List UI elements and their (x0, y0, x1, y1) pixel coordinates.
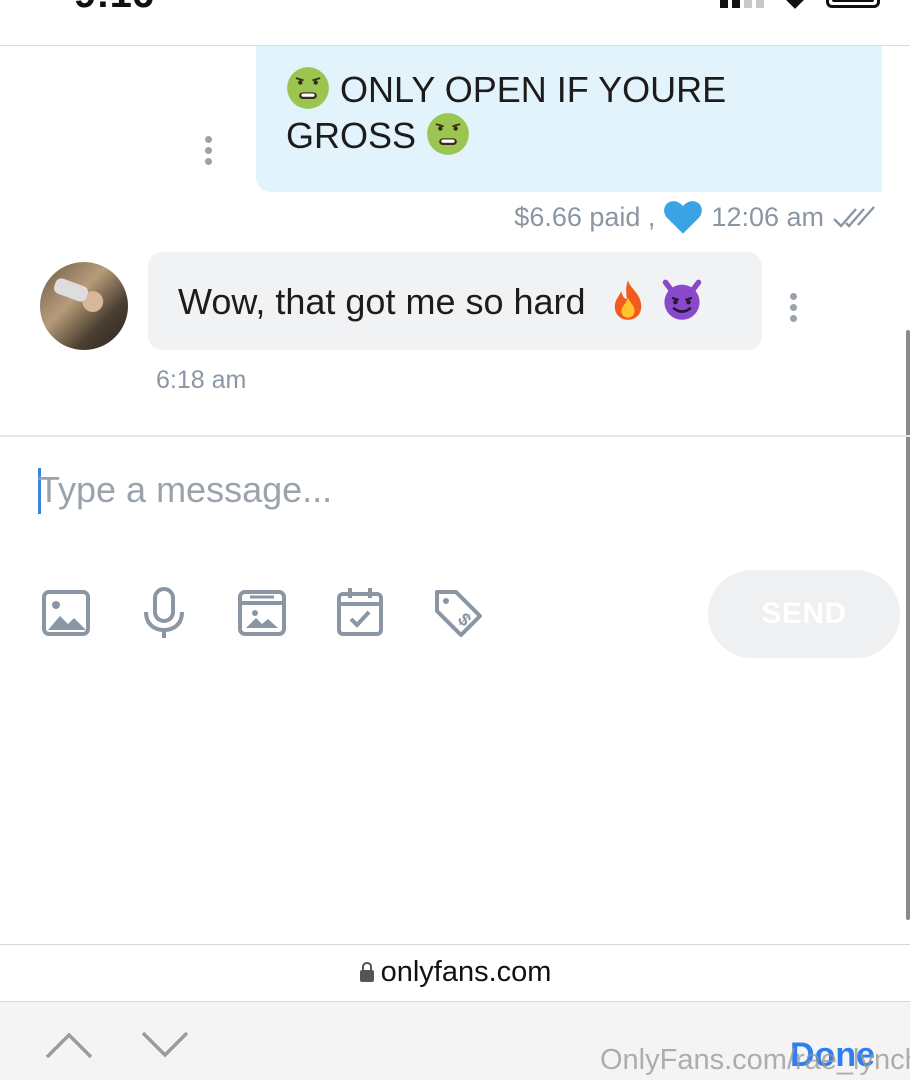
composer-divider (0, 435, 910, 437)
microphone-icon[interactable] (138, 586, 190, 640)
url-label: onlyfans.com (380, 956, 552, 988)
outgoing-message-meta: $6.66 paid , 12:06 am (514, 198, 878, 236)
incoming-message-text: Wow, that got me so hard (178, 278, 762, 324)
outgoing-text-line-1: ONLY OPEN IF YOURE (340, 69, 727, 110)
send-button[interactable]: SEND (708, 570, 900, 658)
smiling-imp-emoji-icon (662, 279, 701, 320)
incoming-message-options-button[interactable] (788, 293, 798, 322)
chevron-up-icon[interactable] (44, 1030, 94, 1060)
svg-text:$: $ (454, 609, 475, 630)
vault-icon[interactable] (236, 586, 288, 640)
incoming-message-bubble[interactable]: Wow, that got me so hard (148, 252, 762, 350)
schedule-icon[interactable] (334, 586, 386, 640)
nauseated-face-emoji-icon (287, 67, 329, 109)
fire-emoji-icon (614, 280, 641, 320)
double-check-icon (833, 206, 875, 228)
outgoing-message-options-button[interactable] (203, 136, 213, 165)
browser-address-bar[interactable]: onlyfans.com (0, 944, 910, 1002)
battery-icon (826, 0, 880, 8)
chevron-down-icon[interactable] (140, 1030, 190, 1060)
page-scrollbar[interactable] (906, 330, 910, 920)
lock-icon (359, 962, 374, 982)
message-input[interactable] (38, 462, 858, 518)
outgoing-message-text: ONLY OPEN IF YOURE GROSS (286, 66, 854, 158)
paid-price-label: $6.66 paid , (514, 201, 656, 232)
cellular-signal-icon (720, 0, 764, 8)
price-tag-icon[interactable]: $ (432, 586, 484, 640)
heart-icon[interactable] (663, 198, 703, 236)
nauseated-face-emoji-icon (427, 113, 469, 155)
wifi-icon (785, 0, 805, 9)
incoming-message-time: 6:18 am (156, 366, 247, 394)
outgoing-message-time: 12:06 am (711, 201, 824, 232)
outgoing-message-bubble[interactable]: ONLY OPEN IF YOURE GROSS (256, 46, 882, 192)
image-icon[interactable] (40, 586, 92, 640)
incoming-text: Wow, that got me so hard (178, 281, 586, 322)
status-time: 9:16 (74, 0, 154, 17)
status-bar: 9:16 (0, 0, 910, 46)
outgoing-text-line-2: GROSS (286, 115, 417, 156)
watermark-text: OnlyFans.com/rae_lynch (600, 1044, 910, 1076)
sender-avatar[interactable] (40, 262, 128, 350)
address-text: onlyfans.com (0, 956, 910, 989)
keyboard-accessory-bar: Done OnlyFans.com/rae_lynch (0, 1002, 910, 1080)
